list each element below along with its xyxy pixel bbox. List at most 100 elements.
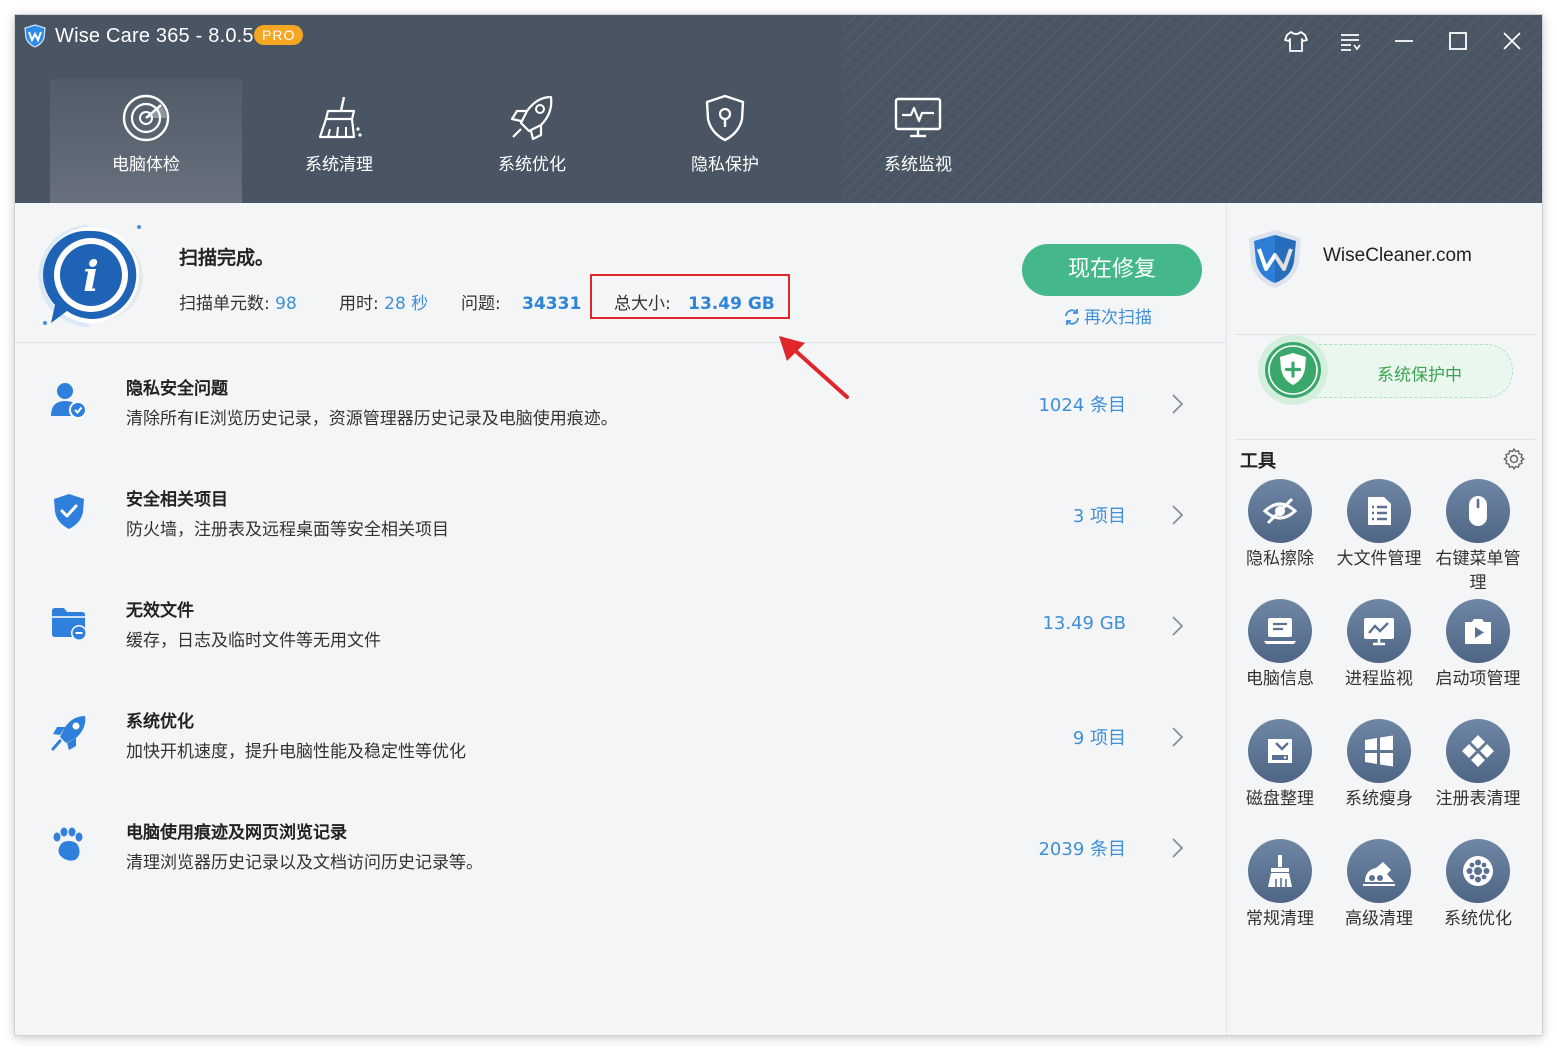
tool-label: 电脑信息 (1246, 669, 1314, 689)
issue-description: 加快开机速度，提升电脑性能及稳定性等优化 (126, 742, 466, 762)
tool-icon-circle (1248, 719, 1312, 783)
chevron-right-icon[interactable] (1169, 503, 1185, 527)
chevron-right-icon[interactable] (1169, 836, 1185, 860)
tool-label: 高级清理 (1345, 909, 1413, 929)
tool-large-file-manager[interactable]: 大文件管理 (1330, 479, 1428, 571)
stat-label: 扫描单元数: (179, 294, 270, 314)
rescan-link[interactable]: 再次扫描 (1063, 303, 1152, 328)
tool-startup-manager[interactable]: 启动项管理 (1429, 599, 1527, 691)
tool-context-menu[interactable]: 右键菜单管理 (1429, 479, 1527, 595)
tool-advanced-clean[interactable]: 高级清理 (1330, 839, 1428, 931)
tool-system-slimming[interactable]: 系统瘦身 (1330, 719, 1428, 811)
tool-icon-circle (1347, 479, 1411, 543)
tool-system-optimize[interactable]: 系统优化 (1429, 839, 1527, 931)
tool-label: 进程监视 (1345, 669, 1413, 689)
issue-count: 13.49 GB (1042, 613, 1126, 634)
protection-shield-icon (1258, 335, 1328, 405)
tab-pc-checkup[interactable]: 电脑体检 (50, 79, 242, 203)
tools-title: 工具 (1240, 451, 1276, 472)
footprint-icon (53, 827, 83, 861)
close-icon (1503, 32, 1521, 50)
issue-row-optimize[interactable]: 系统优化 加快开机速度，提升电脑性能及稳定性等优化 9 项目 (15, 679, 1226, 790)
fix-now-button[interactable]: 现在修复 (1022, 244, 1202, 296)
issue-title: 系统优化 (126, 712, 194, 732)
gear-icon[interactable] (1502, 447, 1526, 471)
tool-label: 隐私擦除 (1246, 549, 1314, 569)
tab-label: 电脑体检 (112, 155, 180, 175)
file-list-icon (1368, 497, 1391, 525)
advanced-clean-icon (1363, 862, 1395, 886)
close-button[interactable] (1498, 27, 1526, 55)
info-icon: i (38, 225, 143, 328)
rocket-icon (51, 716, 86, 751)
tool-regular-clean[interactable]: 常规清理 (1231, 839, 1329, 931)
stat-time: 用时: 28 秒 (339, 289, 428, 314)
monitor-pulse-icon (894, 97, 942, 138)
tool-disk-defrag[interactable]: 磁盘整理 (1231, 719, 1329, 811)
summary-divider (15, 342, 1226, 343)
tool-icon-circle (1446, 719, 1510, 783)
issue-title: 电脑使用痕迹及网页浏览记录 (126, 823, 347, 843)
tab-system-monitor[interactable]: 系统监视 (822, 79, 1014, 203)
issue-description: 缓存，日志及临时文件等无用文件 (126, 631, 381, 651)
issue-title: 无效文件 (126, 601, 194, 621)
issue-description: 防火墙，注册表及远程桌面等安全相关项目 (126, 520, 449, 540)
chevron-right-icon[interactable] (1169, 725, 1185, 749)
wisecleaner-logo-icon (1249, 230, 1301, 288)
refresh-icon (1065, 309, 1079, 325)
tab-system-clean[interactable]: 系统清理 (243, 79, 435, 203)
tool-icon-circle (1248, 599, 1312, 663)
tool-label: 注册表清理 (1435, 789, 1521, 809)
issue-count: 1024 条目 (1038, 395, 1126, 416)
user-shield-icon (51, 383, 87, 419)
registry-icon (1462, 735, 1494, 767)
issue-count: 2039 条目 (1038, 839, 1126, 860)
menu-button[interactable] (1336, 27, 1364, 55)
laptop-icon (1264, 618, 1296, 644)
tshirt-icon (1284, 31, 1308, 52)
tool-icon-circle (1347, 839, 1411, 903)
issue-description: 清除所有IE浏览历史记录，资源管理器历史记录及电脑使用痕迹。 (126, 409, 618, 429)
gear-optimize-icon (1463, 856, 1493, 886)
tool-privacy-eraser[interactable]: 隐私擦除 (1231, 479, 1329, 571)
tool-label: 系统瘦身 (1345, 789, 1413, 809)
issue-row-junk-files[interactable]: 无效文件 缓存，日志及临时文件等无用文件 13.49 GB (15, 568, 1226, 679)
tool-pc-info[interactable]: 电脑信息 (1231, 599, 1329, 691)
tool-label: 大文件管理 (1336, 549, 1422, 569)
tab-label: 系统优化 (498, 155, 566, 175)
mouse-icon (1469, 496, 1487, 526)
tool-icon-circle (1347, 599, 1411, 663)
rocket-icon (510, 95, 553, 141)
stat-value: 98 (275, 294, 297, 314)
tool-label: 右键菜单管理 (1435, 549, 1521, 593)
issue-count: 9 项目 (1072, 728, 1126, 749)
broom-icon (318, 96, 362, 139)
issue-count: 3 项目 (1072, 506, 1126, 527)
pro-badge: PRO (254, 25, 304, 45)
stat-label: 问题: (461, 294, 501, 314)
disk-icon (1268, 739, 1292, 763)
maximize-button[interactable] (1444, 27, 1472, 55)
issue-row-privacy[interactable]: 隐私安全问题 清除所有IE浏览历史记录，资源管理器历史记录及电脑使用痕迹。 10… (15, 346, 1226, 457)
stat-value: 34331 (522, 294, 582, 314)
issue-row-security[interactable]: 安全相关项目 防火墙，注册表及远程桌面等安全相关项目 3 项目 (15, 457, 1226, 568)
startup-icon (1465, 619, 1491, 644)
tool-registry-clean[interactable]: 注册表清理 (1429, 719, 1527, 811)
header: Wise Care 365 - 8.0.5 PRO 电脑体检 系统清理 系统优化… (15, 15, 1542, 203)
skin-button[interactable] (1282, 27, 1310, 55)
wisecleaner-link[interactable]: WiseCleaner.com (1323, 245, 1472, 267)
brush-icon (1268, 855, 1292, 887)
issue-row-traces[interactable]: 电脑使用痕迹及网页浏览记录 清理浏览器历史记录以及文档访问历史记录等。 2039… (15, 790, 1226, 901)
minimize-button[interactable] (1390, 27, 1418, 55)
chevron-right-icon[interactable] (1169, 614, 1185, 638)
app-title: Wise Care 365 - 8.0.5 (55, 25, 254, 47)
chevron-right-icon[interactable] (1169, 392, 1185, 416)
tab-privacy[interactable]: 隐私保护 (629, 79, 821, 203)
tool-process-monitor[interactable]: 进程监视 (1330, 599, 1428, 691)
tab-system-optimize[interactable]: 系统优化 (436, 79, 628, 203)
tool-label: 磁盘整理 (1246, 789, 1314, 809)
scan-summary: i 扫描完成。 扫描单元数: 98 用时: 28 秒 问题: 34331 总大小… (15, 203, 1226, 343)
windows-icon (1365, 735, 1393, 767)
svg-text:i: i (83, 252, 99, 301)
shield-lock-icon (705, 94, 745, 142)
